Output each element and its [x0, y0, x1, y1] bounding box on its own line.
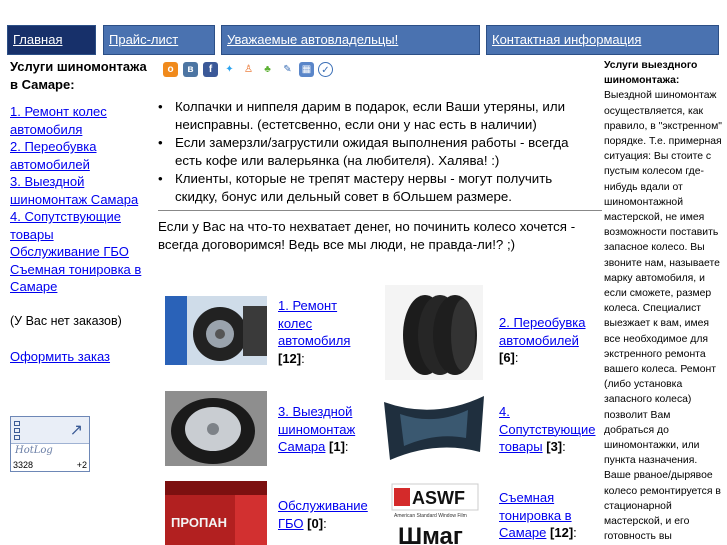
sidebar-item-wheel-repair[interactable]: 1. Ремонт колес автомобиля — [10, 103, 150, 138]
counter-header: ↗ — [11, 417, 89, 444]
right-sidebar-text: Выездной шиномонтаж осуществляется, как … — [604, 90, 722, 543]
inner-tube-image[interactable] — [380, 390, 488, 468]
liveinternet-icon[interactable]: ♣ — [260, 62, 275, 77]
moimir-icon[interactable]: ♙ — [241, 62, 256, 77]
arrow-up-right-icon: ↗ — [69, 422, 83, 439]
sidebar-item-related-goods[interactable]: 4. Сопутствующие товары — [10, 208, 150, 243]
tint-brand-label: Шмаг — [398, 523, 463, 545]
yandex-icon[interactable]: ✓ — [318, 62, 333, 77]
product-link[interactable]: 1. Ремонт колес автомобиля — [278, 298, 350, 348]
product-count: [6] — [499, 350, 515, 365]
cart-status: (У Вас нет заказов) — [10, 313, 122, 328]
nav-item-contacts[interactable]: Контактная информация — [486, 25, 719, 55]
aswf-subtitle: American Standard Window Film — [394, 513, 467, 519]
product-suffix: : — [344, 439, 349, 454]
sidebar-item-mobile-tire-service[interactable]: 3. Выездной шиномонтаж Самара — [10, 173, 150, 208]
product-suffix: : — [514, 350, 519, 365]
memori-icon[interactable]: ▦ — [299, 62, 314, 77]
nav-item-price-list[interactable]: Прайс-лист — [103, 25, 215, 55]
hotlog-counter[interactable]: ↗ HotLog 3328 +2 — [10, 416, 90, 472]
aswf-logo-text: ASWF — [412, 488, 465, 508]
product-link[interactable]: 2. Переобувка автомобилей — [499, 315, 586, 348]
aswf-tint-image[interactable]: ASWF American Standard Window Film Шмаг — [390, 482, 480, 545]
top-navigation: Главная Прайс-лист Уважаемые автовладель… — [0, 0, 727, 60]
money-note: Если у Вас на что-то нехватает денег, но… — [158, 219, 576, 252]
bar-chart-icon — [14, 421, 20, 441]
propane-label: ПРОПАН — [171, 515, 227, 530]
nav-item-home[interactable]: Главная — [7, 25, 96, 55]
sidebar-item-tire-change[interactable]: 2. Переобувка автомобилей — [10, 138, 150, 173]
right-sidebar: Услуги выездного шиномонтажа: Выездной ш… — [604, 58, 723, 545]
product-suffix: : — [562, 439, 566, 454]
sidebar-title: Услуги шиномонтажа в Самаре: — [10, 59, 147, 92]
twitter-icon[interactable]: ✦ — [222, 62, 237, 77]
place-order-link[interactable]: Оформить заказ — [10, 348, 150, 366]
sidebar-menu: 1. Ремонт колес автомобиля 2. Переобувка… — [10, 103, 150, 296]
product-count: [1] — [329, 439, 345, 454]
sidebar-item-gbo-service[interactable]: Обслуживание ГБО — [10, 243, 150, 261]
nav-item-car-owners[interactable]: Уважаемые автовладельцы! — [221, 25, 480, 55]
product-wheel-repair: 1. Ремонт колес автомобиля [12]: — [278, 297, 368, 367]
product-count: [0] — [307, 515, 324, 531]
product-gbo: Обслуживание ГБО [0]: — [278, 497, 368, 532]
product-suffix: : — [573, 525, 577, 540]
product-mobile-service: 3. Выездной шиномонтаж Самара [1]: — [278, 403, 368, 456]
list-item: Колпачки и ниппеля дарим в подарок, если… — [158, 98, 598, 134]
left-sidebar: Услуги шиномонтажа в Самаре: 1. Ремонт к… — [10, 58, 150, 366]
perks-list: Колпачки и ниппеля дарим в подарок, если… — [158, 98, 598, 206]
product-count: [3] — [546, 439, 563, 454]
product-count: [12] — [278, 350, 302, 366]
product-tire-change: 2. Переобувка автомобилей [6]: — [499, 314, 599, 367]
visit-count: 3328 — [13, 460, 34, 470]
wheel-repair-image[interactable] — [165, 296, 267, 365]
product-related-goods: 4. Сопутствующие товары [3]: — [499, 403, 599, 456]
product-window-tint: Съемная тонировка в Самаре [12]: — [499, 489, 599, 542]
flat-tire-image[interactable] — [165, 391, 267, 466]
product-suffix: : — [323, 515, 327, 531]
odnoklassniki-icon[interactable]: о — [163, 62, 178, 77]
visit-delta: +2 — [76, 460, 87, 470]
right-sidebar-title: Услуги выездного шиномонтажа: — [604, 60, 698, 87]
list-item: Если замерзли/загрустили ожидая выполнен… — [158, 134, 598, 170]
vkontakte-icon[interactable]: в — [183, 62, 198, 77]
sidebar-item-window-tint[interactable]: Съемная тонировка в Самаре — [10, 261, 150, 296]
product-suffix: : — [301, 350, 305, 366]
list-item: Клиенты, которые не трепят мастеру нервы… — [158, 170, 598, 206]
product-count: [12] — [550, 525, 574, 540]
tires-image[interactable] — [385, 285, 483, 380]
divider — [158, 210, 602, 211]
hotlog-logo: HotLog — [15, 445, 53, 456]
propane-tank-image[interactable]: ПРОПАН — [165, 481, 267, 545]
facebook-icon[interactable]: f — [203, 62, 218, 77]
bobrdobr-icon[interactable]: ✎ — [280, 62, 295, 77]
